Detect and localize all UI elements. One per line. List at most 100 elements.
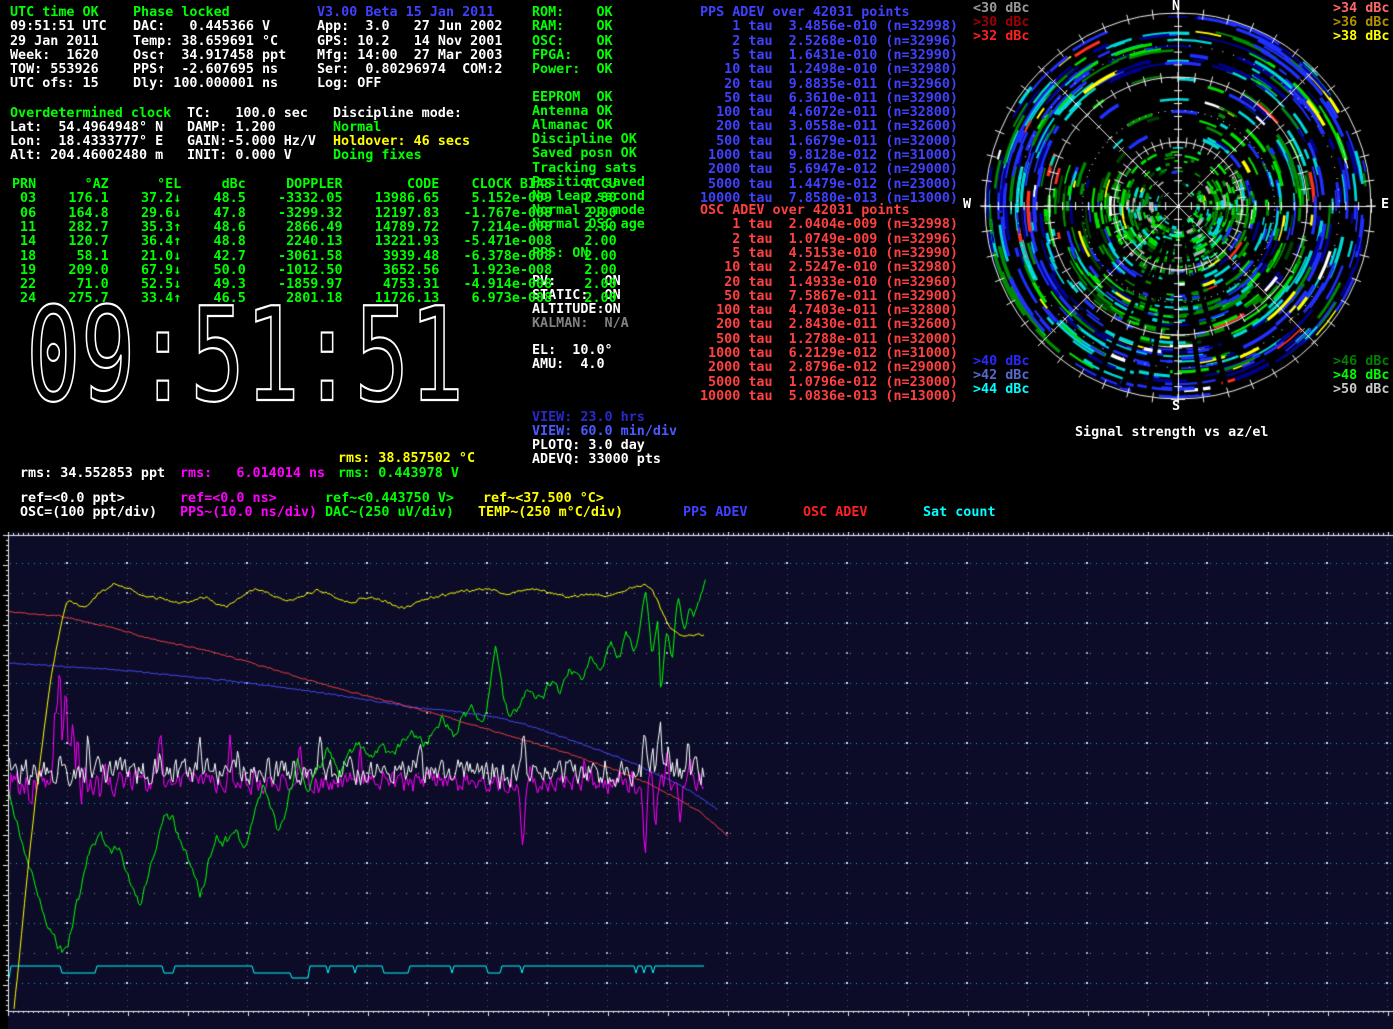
scale-pps: PPS~(10.0 ns/div) <box>180 506 317 520</box>
pps-adev-row-100: 100 tau 4.6072e-011 (n=32800) <box>700 106 958 120</box>
sat-table-row-18: 18 58.1 21.0↓ 42.7 -3061.58 3939.48 -6.3… <box>12 250 617 264</box>
pps-adev-row-5000: 5000 tau 1.4479e-012 (n=23000) <box>700 178 958 192</box>
osc-offset: Osc↑ 34.917458 ppt <box>133 49 286 63</box>
pps-adev-title: PPS ADEV over 42031 points <box>700 6 910 20</box>
lady-heather-screen: UTC time OK09:51:51 UTC29 Jan 2011Week: … <box>0 0 1393 1029</box>
dbc-gt46: >46 dBc <box>1333 355 1389 369</box>
utc-offset: UTC ofs: 15 <box>10 77 99 91</box>
gain: GAIN:-5.000 Hz/V <box>187 135 316 149</box>
dbc-gt38: >38 dBc <box>1333 30 1389 44</box>
big-clock: 09:51:51 <box>22 300 472 410</box>
doing-fixes: Doing fixes <box>333 149 422 163</box>
longitude: Lon: 18.4333777° E <box>10 135 163 149</box>
gps-week: Week: 1620 <box>10 49 99 63</box>
osc-adev-row-10000: 10000 tau 5.0836e-013 (n=13000) <box>700 390 958 404</box>
view-scale: VIEW: 60.0 min/div <box>532 425 677 439</box>
legend-pps-adev: PPS ADEV <box>683 506 748 520</box>
rms-temp: rms: 38.857502 °C <box>338 452 475 466</box>
compass-south: S <box>1172 400 1180 414</box>
compass-west: W <box>963 198 971 212</box>
tracking-status: Tracking sats <box>532 162 637 176</box>
dbc-gt34: >34 dBc <box>1333 2 1389 16</box>
osc-adev-row-1000: 1000 tau 6.2129e-012 (n=31000) <box>700 347 958 361</box>
osc-adev-row-500: 500 tau 1.2788e-011 (n=32000) <box>700 333 958 347</box>
sat-table-row-06: 06 164.8 29.6↓ 47.8 -3299.32 12197.83 -1… <box>12 207 617 221</box>
fpga-status: FPGA: OK <box>532 49 613 63</box>
osc-adev-row-50: 50 tau 7.5867e-011 (n=32900) <box>700 290 958 304</box>
legend-sat-count: Sat count <box>923 506 996 520</box>
discipline-mode-title: Discipline mode: <box>333 107 462 121</box>
mfg-date: Mfg: 14:00 27 Mar 2003 <box>317 49 502 63</box>
altitude: Alt: 204.46002480 m <box>10 149 163 163</box>
utc-time: 09:51:51 UTC <box>10 20 107 34</box>
elevation-mask: EL: 10.0° <box>532 344 613 358</box>
initial-voltage: INIT: 0.000 V <box>187 149 292 163</box>
latitude: Lat: 54.4964948° N <box>10 121 163 135</box>
discipline-normal: Normal <box>333 121 381 135</box>
osc-adev-row-10: 10 tau 2.5247e-010 (n=32980) <box>700 261 958 275</box>
dbc-lt30: <30 dBc <box>973 2 1029 16</box>
pps-adev-row-10: 10 tau 1.2498e-010 (n=32980) <box>700 63 958 77</box>
amu-mask: AMU: 4.0 <box>532 358 605 372</box>
kalman-mode: KALMAN: N/A <box>532 317 629 331</box>
ref-dac: ref~<0.443750 V> <box>325 492 454 506</box>
rms-osc: rms: 34.552853 ppt <box>20 467 165 481</box>
log-status: Log: OFF <box>317 77 382 91</box>
almanac-status: Almanac OK <box>532 119 613 133</box>
osc-status: OSC: OK <box>532 35 613 49</box>
rms-dac: rms: 0.443978 V <box>338 467 459 481</box>
plot-queue: PLOTQ: 3.0 day <box>532 439 645 453</box>
pps-adev-row-5: 5 tau 1.6431e-010 (n=32990) <box>700 49 958 63</box>
osc-adev-row-5: 5 tau 4.5153e-010 (n=32990) <box>700 247 958 261</box>
temperature: Temp: 38.659691 °C <box>133 35 278 49</box>
dbc-gt48: >48 dBc <box>1333 369 1389 383</box>
osc-adev-row-200: 200 tau 2.8430e-011 (n=32600) <box>700 318 958 332</box>
sat-table-row-19: 19 209.0 67.9↓ 50.0 -1012.50 3652.56 1.9… <box>12 264 617 278</box>
sat-table-row-14: 14 120.7 36.4↑ 48.8 2240.13 13221.93 -5.… <box>12 235 617 249</box>
rms-pps: rms: 6.014014 ns <box>180 467 325 481</box>
pps-adev-row-50: 50 tau 6.3610e-011 (n=32900) <box>700 92 958 106</box>
pps-adev-row-1: 1 tau 3.4856e-010 (n=32998) <box>700 20 958 34</box>
saved-posn-status: Saved posn OK <box>532 147 637 161</box>
program-version: V3.00 Beta 15 Jan 2011 <box>317 6 494 20</box>
sat-table-row-03: 03 176.1 37.2↓ 48.5 -3332.05 13986.65 5.… <box>12 192 617 206</box>
time-of-week: TOW: 553926 <box>10 63 99 77</box>
legend-osc-adev: OSC ADEV <box>803 506 868 520</box>
ref-osc: ref=<0.0 ppt> <box>20 492 125 506</box>
osc-adev-row-20: 20 tau 1.4933e-010 (n=32960) <box>700 276 958 290</box>
osc-adev-row-100: 100 tau 4.7403e-011 (n=32800) <box>700 304 958 318</box>
dbc-gt40: >40 dBc <box>973 355 1029 369</box>
pps-adev-row-200: 200 tau 3.0558e-011 (n=32600) <box>700 120 958 134</box>
scale-dac: DAC~(250 uV/div) <box>325 506 454 520</box>
sat-table-header: PRN °AZ °EL dBc DOPPLER CODE CLOCK BIAS … <box>12 178 617 192</box>
osc-adev-row-1: 1 tau 2.0404e-009 (n=32998) <box>700 218 958 232</box>
big-clock-digits: 09:51:51 <box>26 300 464 410</box>
osc-adev-row-2000: 2000 tau 2.8796e-012 (n=29000) <box>700 361 958 375</box>
rom-status: ROM: OK <box>532 6 613 20</box>
pps-adev-row-2000: 2000 tau 5.6947e-012 (n=29000) <box>700 163 958 177</box>
scale-temp: TEMP~(250 m°C/div) <box>478 506 623 520</box>
sat-table-row-22: 22 71.0 52.5↓ 49.3 -1859.97 4753.31 -4.9… <box>12 278 617 292</box>
compass-east: E <box>1381 198 1389 212</box>
sat-table-row-11: 11 282.7 35.3↑ 48.6 2866.49 14789.72 7.2… <box>12 221 617 235</box>
serial-number: Ser: 0.80296974 COM:2 <box>317 63 502 77</box>
polar-caption: Signal strength vs az/el <box>1075 426 1268 440</box>
osc-adev-row-5000: 5000 tau 1.0796e-012 (n=23000) <box>700 376 958 390</box>
dbc-gt30: >30 dBc <box>973 16 1029 30</box>
antenna-status: Antenna OK <box>532 105 613 119</box>
dbc-gt42: >42 dBc <box>973 369 1029 383</box>
adev-queue: ADEVQ: 33000 pts <box>532 453 661 467</box>
app-version: App: 3.0 27 Jun 2002 <box>317 20 502 34</box>
pps-adev-row-20: 20 tau 9.8835e-011 (n=32960) <box>700 78 958 92</box>
pps-adev-row-1000: 1000 tau 9.8128e-012 (n=31000) <box>700 149 958 163</box>
dbc-gt44: >44 dBc <box>973 383 1029 397</box>
utc-date: 29 Jan 2011 <box>10 35 99 49</box>
history-plot-canvas <box>0 532 1393 1029</box>
pps-offset: PPS↑ -2.607695 ns <box>133 63 278 77</box>
eeprom-status: EEPROM OK <box>532 91 613 105</box>
osc-adev-title: OSC ADEV over 42031 points <box>700 204 910 218</box>
ref-temp: ref~<37.500 °C> <box>483 492 604 506</box>
utc-status: UTC time OK <box>10 6 99 20</box>
dbc-gt32: >32 dBc <box>973 30 1029 44</box>
ram-status: RAM: OK <box>532 20 613 34</box>
